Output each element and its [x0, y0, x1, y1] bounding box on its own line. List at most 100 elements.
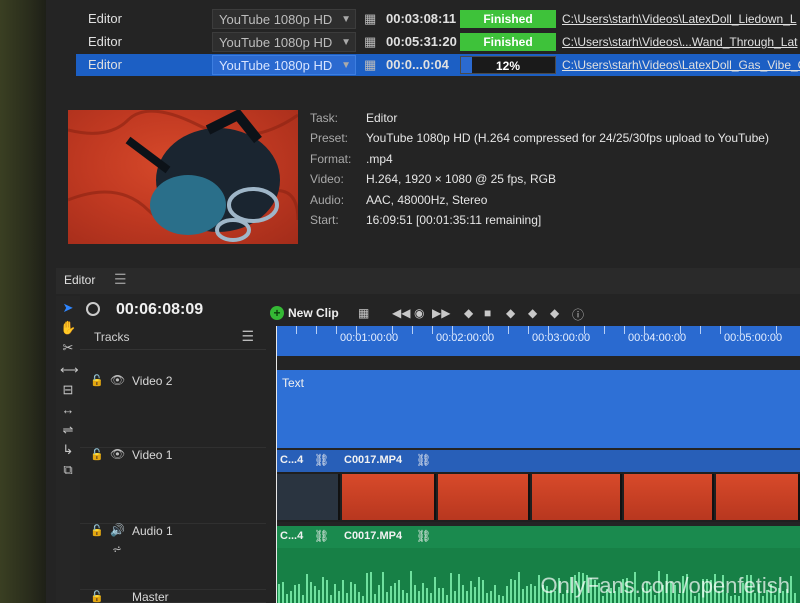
video2-text-clip[interactable]: Text: [276, 370, 800, 448]
queue-row-selected[interactable]: Editor YouTube 1080p HD ▼ ▦ 00:0...0:04 1…: [76, 54, 800, 76]
waveform-bar: [530, 584, 532, 603]
link-icon: ⛓: [314, 453, 330, 467]
track-header-video1[interactable]: 🔓 👁 Video 1: [80, 447, 266, 524]
video1-clip-header[interactable]: C...4 ⛓ C0017.MP4 ⛓: [276, 450, 800, 472]
preview-image: [68, 110, 298, 242]
hand-tool-icon[interactable]: ✋: [60, 320, 76, 336]
lock-icon[interactable]: 🔓: [90, 524, 104, 537]
task-label: Task:: [310, 111, 339, 125]
add-icon[interactable]: +: [270, 306, 284, 320]
speaker-icon[interactable]: 🔊: [110, 523, 125, 537]
ruler-label: 00:03:00:00: [532, 332, 591, 344]
output-path-link[interactable]: C:\Users\starh\Videos\LatexDoll_Liedown_…: [562, 8, 800, 30]
progress-fill: [461, 57, 473, 73]
slip-tool-icon[interactable]: ⟷: [60, 362, 79, 378]
queue-row[interactable]: Editor YouTube 1080p HD ▼ ▦ 00:03:08:11 F…: [76, 8, 800, 30]
video-label: Video:: [310, 172, 344, 187]
eye-icon[interactable]: 👁: [110, 373, 125, 387]
queue-row[interactable]: Editor YouTube 1080p HD ▼ ▦ 00:05:31:20 F…: [76, 31, 800, 53]
queue-duration: 00:03:08:11: [386, 11, 457, 26]
waveform-bar: [486, 593, 488, 603]
current-timecode[interactable]: 00:06:08:09: [116, 301, 203, 319]
track-header-video2[interactable]: 🔓 👁 Video 2: [80, 370, 266, 448]
output-path-link[interactable]: C:\Users\starh\Videos\...Wand_Through_La…: [562, 31, 800, 53]
clip-name: C0017.MP4: [344, 454, 403, 466]
ruler-tick: [432, 326, 433, 334]
film-icon: ▦: [364, 11, 377, 26]
track-header-audio1[interactable]: 🔓 🔊 Audio 1 ⩫: [80, 523, 266, 590]
timeline-ruler[interactable]: 00:01:00:00 00:02:00:00 00:03:00:00 00:0…: [276, 326, 800, 356]
stop-icon[interactable]: ■: [484, 306, 491, 320]
export-clip-icon[interactable]: ▦: [358, 306, 369, 320]
tracks-menu-icon[interactable]: ☰: [241, 328, 254, 345]
track-header-master[interactable]: 🔓 Master: [80, 590, 266, 603]
ruler-tick: [336, 326, 337, 334]
waveform-bar: [362, 595, 364, 603]
preview-thumbnail: [68, 110, 298, 244]
hamburger-menu-icon[interactable]: ☰: [114, 271, 127, 288]
keyframe-add-icon[interactable]: ◆: [528, 306, 537, 320]
slide-tool-icon[interactable]: ⇌: [60, 422, 76, 438]
video-frame: [438, 474, 530, 520]
ripple-tool-icon[interactable]: ↳: [60, 442, 76, 458]
video-value: H.264, 1920 × 1080 @ 25 fps, RGB: [366, 172, 556, 187]
waveform-bar: [398, 579, 400, 603]
ruler-tick: [508, 326, 509, 334]
tab-editor[interactable]: Editor: [64, 273, 95, 287]
preset-select[interactable]: YouTube 1080p HD ▼: [212, 9, 356, 29]
stretch-tool-icon[interactable]: ↔: [60, 402, 76, 418]
waveform-bar: [354, 584, 356, 603]
lock-icon[interactable]: 🔓: [90, 448, 104, 461]
playhead[interactable]: [276, 326, 277, 603]
mark-in-icon[interactable]: ◆: [464, 306, 473, 320]
video-frame: [342, 474, 436, 520]
preset-select[interactable]: YouTube 1080p HD ▼: [212, 32, 356, 52]
waveform-bar: [474, 586, 476, 603]
lock-icon[interactable]: 🔓: [90, 590, 104, 603]
track-name: Audio 1: [132, 524, 173, 538]
crop-tool-icon[interactable]: ⧉: [60, 462, 76, 478]
video1-clip-frames[interactable]: [276, 472, 800, 522]
timeline-toolbar: + New Clip ▦ ◀◀ ◉ ▶▶ ◆ ■ ◆ ◆ ◆ ⓘ: [266, 302, 800, 326]
trim-tool-icon[interactable]: ⊟: [60, 382, 76, 398]
waveform-bar: [498, 594, 500, 603]
waveform-bar: [522, 588, 524, 603]
waveform-bar: [386, 592, 388, 603]
step-back-icon[interactable]: ◀◀: [392, 306, 410, 320]
info-icon[interactable]: ⓘ: [572, 306, 584, 323]
preset-select[interactable]: YouTube 1080p HD ▼: [212, 55, 356, 75]
chevron-down-icon: ▼: [341, 37, 351, 48]
output-path-link[interactable]: C:\Users\starh\Videos\LatexDoll_Gas_Vibe…: [562, 54, 800, 76]
audio1-clip-header[interactable]: C...4 ⛓ C0017.MP4 ⛓: [276, 526, 800, 548]
waveform-bar: [410, 571, 412, 603]
waveform-bar: [314, 586, 316, 603]
pointer-tool-icon[interactable]: ➤: [60, 300, 76, 316]
waveform-bar: [478, 577, 480, 603]
record-icon[interactable]: ◉: [414, 306, 424, 320]
waveform-bar: [306, 574, 308, 603]
waveform-bar: [482, 580, 484, 603]
editor-tab-bar: Editor ☰: [56, 268, 800, 294]
new-clip-button[interactable]: New Clip: [288, 306, 339, 320]
ruler-label: 00:05:00:00: [724, 332, 783, 344]
ruler-tick: [316, 326, 317, 334]
waveform-toggle-icon[interactable]: ⩫: [112, 542, 122, 556]
step-forward-icon[interactable]: ▶▶: [432, 306, 450, 320]
eye-icon[interactable]: 👁: [110, 447, 125, 461]
clip-name: C...4: [280, 530, 304, 542]
status-badge: Finished: [460, 10, 556, 28]
keyframe-next-icon[interactable]: ◆: [550, 306, 559, 320]
waveform-bar: [518, 572, 520, 603]
ruler-tick: [700, 326, 701, 334]
waveform-bar: [318, 589, 320, 603]
waveform-bar: [490, 591, 492, 603]
watermark: OnlyFans.com/openfetish: [540, 573, 790, 598]
razor-tool-icon[interactable]: ✂: [60, 340, 76, 356]
waveform-bar: [466, 590, 468, 603]
keyframe-prev-icon[interactable]: ◆: [506, 306, 515, 320]
waveform-bar: [502, 595, 504, 603]
lock-icon[interactable]: 🔓: [90, 374, 104, 387]
queue-task: Editor: [88, 57, 122, 72]
track-name: Video 2: [132, 374, 173, 388]
clip-name: C...4: [280, 454, 304, 466]
